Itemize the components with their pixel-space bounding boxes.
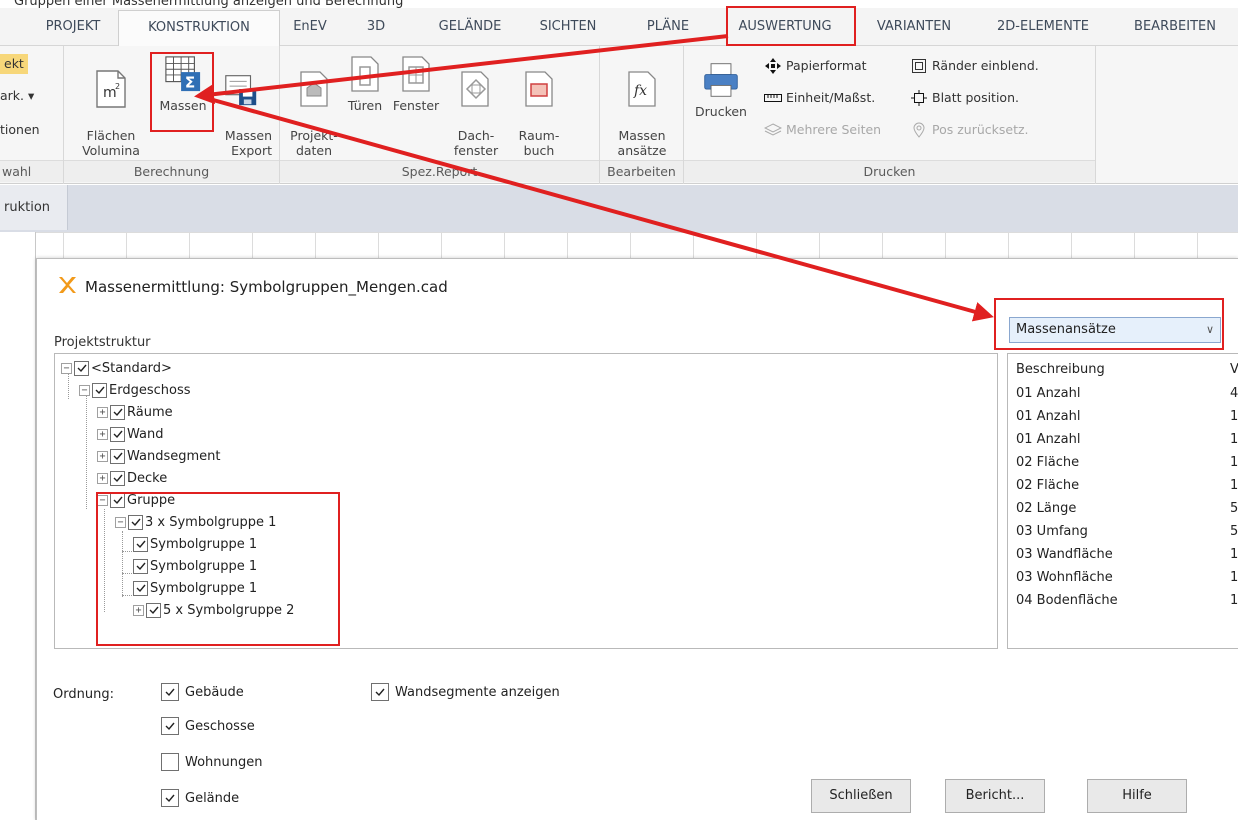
annotation-arrows bbox=[194, 34, 994, 322]
arrow-auswertung-to-massen bbox=[194, 34, 729, 105]
arrow-massen-to-massenansaetze bbox=[205, 96, 994, 322]
